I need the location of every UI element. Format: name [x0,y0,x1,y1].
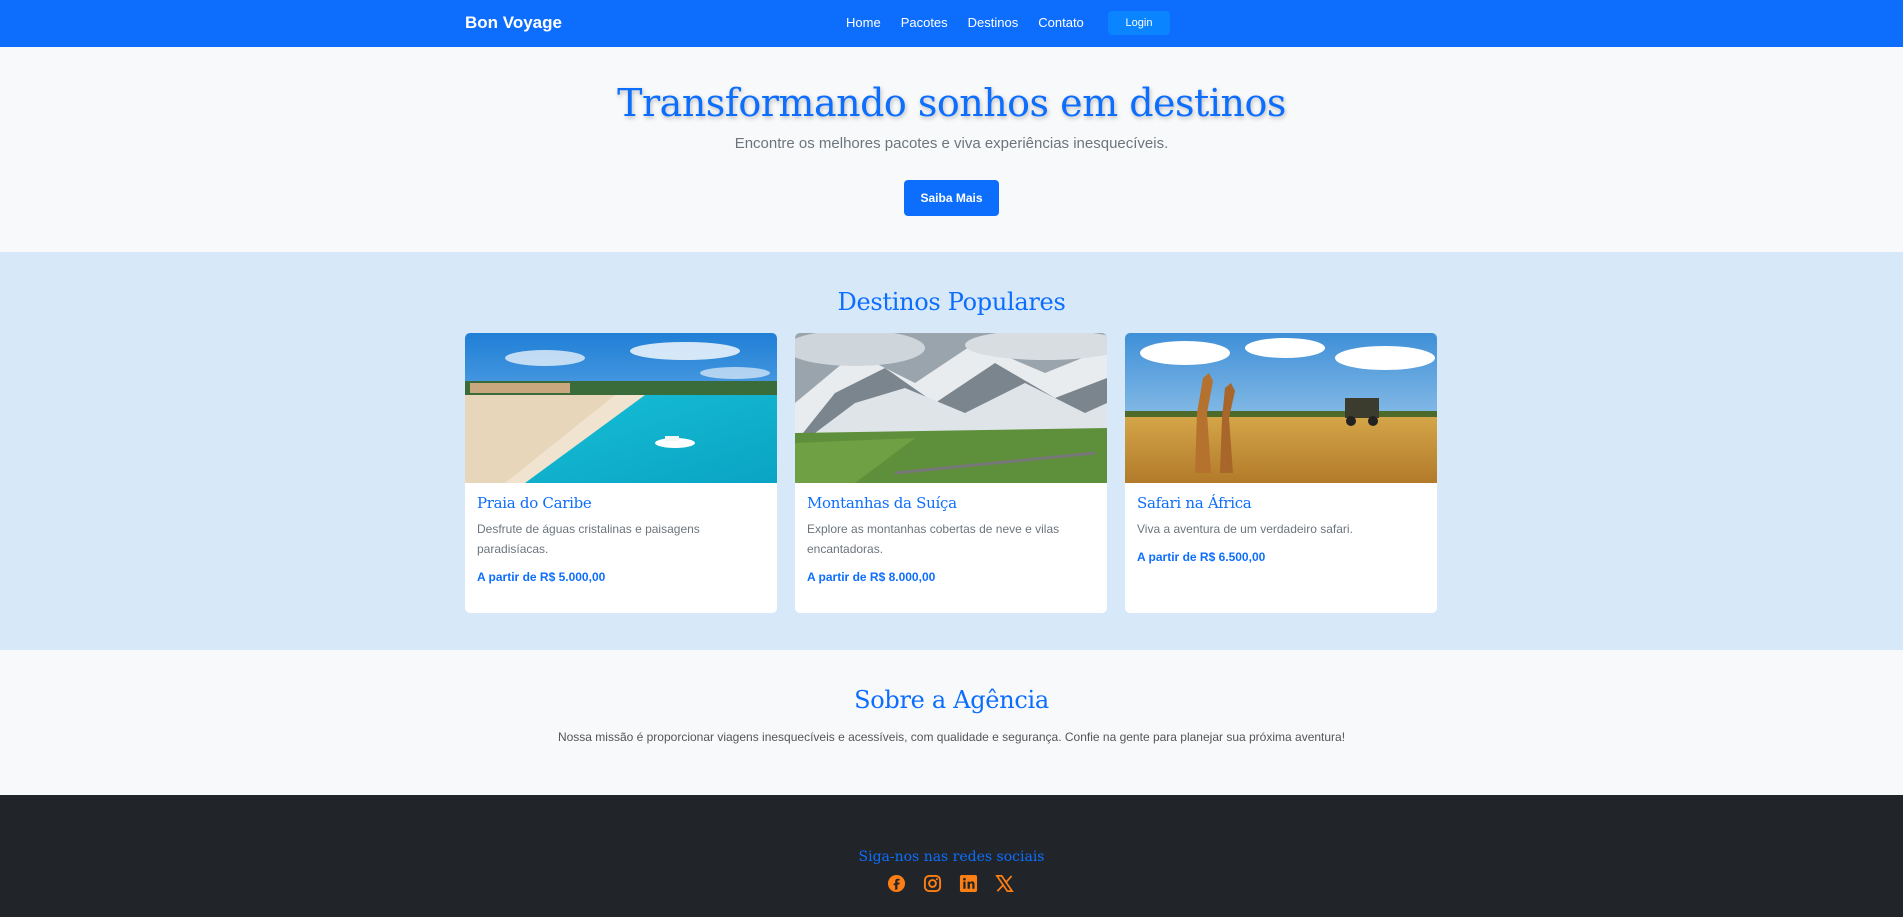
instagram-icon[interactable] [923,874,942,893]
safari-image [1125,333,1437,483]
nav-link-home[interactable]: Home [846,15,881,30]
card-title: Montanhas da Suíça [807,494,957,512]
sobre-section: Sobre a Agência Nossa missão é proporcio… [0,650,1903,795]
mountain-image [795,333,1107,483]
navbar: Bon Voyage Home Pacotes Destinos Contato… [0,0,1903,47]
card-title: Safari na África [1137,494,1252,512]
x-icon[interactable] [995,874,1014,893]
destinos-section: Destinos Populares Praia do Caribe Desfr… [0,252,1903,650]
follow-us-text: Siga-nos nas redes sociais [858,849,1045,865]
nav-links: Home Pacotes Destinos Contato [846,15,1104,30]
facebook-icon[interactable] [887,874,906,893]
card-montanhas-suica[interactable]: Montanhas da Suíça Explore as montanhas … [795,333,1107,613]
nav-link-pacotes[interactable]: Pacotes [901,15,948,30]
card-description: Explore as montanhas cobertas de neve e … [807,522,1060,556]
card-description: Desfrute de águas cristalinas e paisagen… [477,522,700,556]
card-price: A partir de R$ 5.000,00 [477,570,606,584]
hero-title: Transformando sonhos em destinos [617,81,1286,125]
card-safari-africa[interactable]: Safari na África Viva a aventura de um v… [1125,333,1437,613]
sobre-heading: Sobre a Agência [854,686,1049,714]
hero-subtitle: Encontre os melhores pacotes e viva expe… [734,135,1169,152]
footer: Siga-nos nas redes sociais [0,795,1903,917]
social-links [887,874,1014,893]
destination-cards: Praia do Caribe Desfrute de águas crista… [465,333,1437,613]
card-title: Praia do Caribe [477,494,592,512]
card-price: A partir de R$ 6.500,00 [1137,550,1266,564]
linkedin-icon[interactable] [959,874,978,893]
saiba-mais-button[interactable]: Saiba Mais [904,180,999,216]
card-description: Viva a aventura de um verdadeiro safari. [1137,522,1353,536]
sobre-text: Nossa missão é proporcionar viagens ines… [557,730,1346,744]
card-price: A partir de R$ 8.000,00 [807,570,936,584]
login-button[interactable]: Login [1108,11,1170,35]
beach-image [465,333,777,483]
nav-link-destinos[interactable]: Destinos [968,15,1019,30]
hero-section: Transformando sonhos em destinos Encontr… [0,47,1903,252]
brand-logo[interactable]: Bon Voyage [465,13,562,33]
nav-link-contato[interactable]: Contato [1038,15,1084,30]
destinos-heading: Destinos Populares [837,288,1066,316]
card-praia-caribe[interactable]: Praia do Caribe Desfrute de águas crista… [465,333,777,613]
